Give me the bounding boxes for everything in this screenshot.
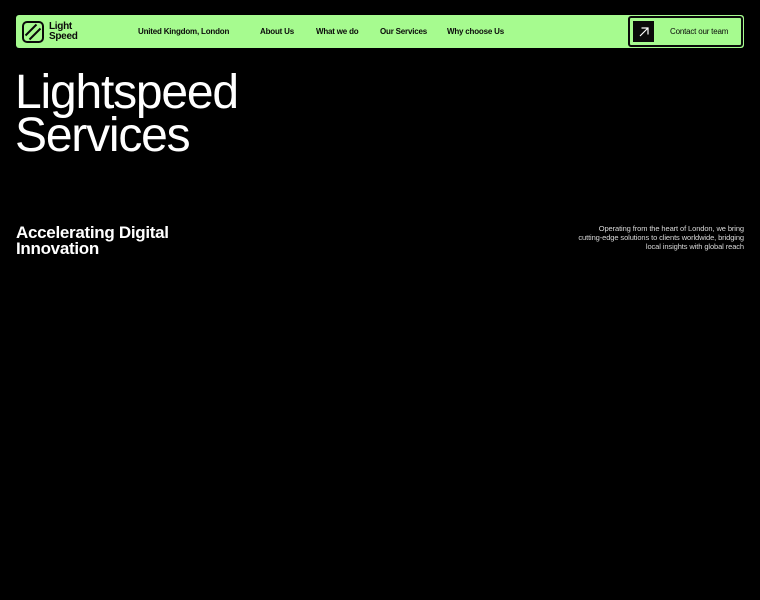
nav-link-what-we-do[interactable]: What we do xyxy=(316,27,359,36)
logo-line1: Light xyxy=(49,20,72,32)
description-line3: local insights with global reach xyxy=(645,242,744,251)
page: Light Speed United Kingdom, London About… xyxy=(0,0,760,600)
hero-tagline: Accelerating Digital Innovation xyxy=(16,224,169,258)
logo-line2: Speed xyxy=(49,30,78,42)
hero-title-line1: Lightspeed xyxy=(15,66,239,119)
tagline-line2: Innovation xyxy=(16,239,99,258)
arrow-up-right-icon xyxy=(639,26,649,36)
logo-wordmark: Light Speed xyxy=(49,20,78,42)
lightspeed-logo-icon xyxy=(22,20,44,43)
description-line2: cutting-edge solutions to clients worldw… xyxy=(578,233,744,242)
nav-link-why-choose-us[interactable]: Why choose Us xyxy=(447,27,504,36)
nav-link-our-services[interactable]: Our Services xyxy=(380,27,427,36)
navbar: Light Speed United Kingdom, London About… xyxy=(16,15,744,48)
hero-title-line2: Services xyxy=(15,109,191,162)
logo-link[interactable]: Light Speed xyxy=(22,20,78,43)
contact-icon-box xyxy=(632,20,655,43)
contact-button-label: Contact our team xyxy=(670,27,729,36)
hero-description: Operating from the heart of London, we b… xyxy=(574,224,744,251)
location-label: United Kingdom, London xyxy=(138,27,230,36)
contact-our-team-button[interactable]: Contact our team xyxy=(628,16,743,47)
description-line1: Operating from the heart of London, we b… xyxy=(598,224,744,233)
hero-title: Lightspeed Services xyxy=(15,66,239,162)
nav-link-about-us[interactable]: About Us xyxy=(260,27,294,36)
